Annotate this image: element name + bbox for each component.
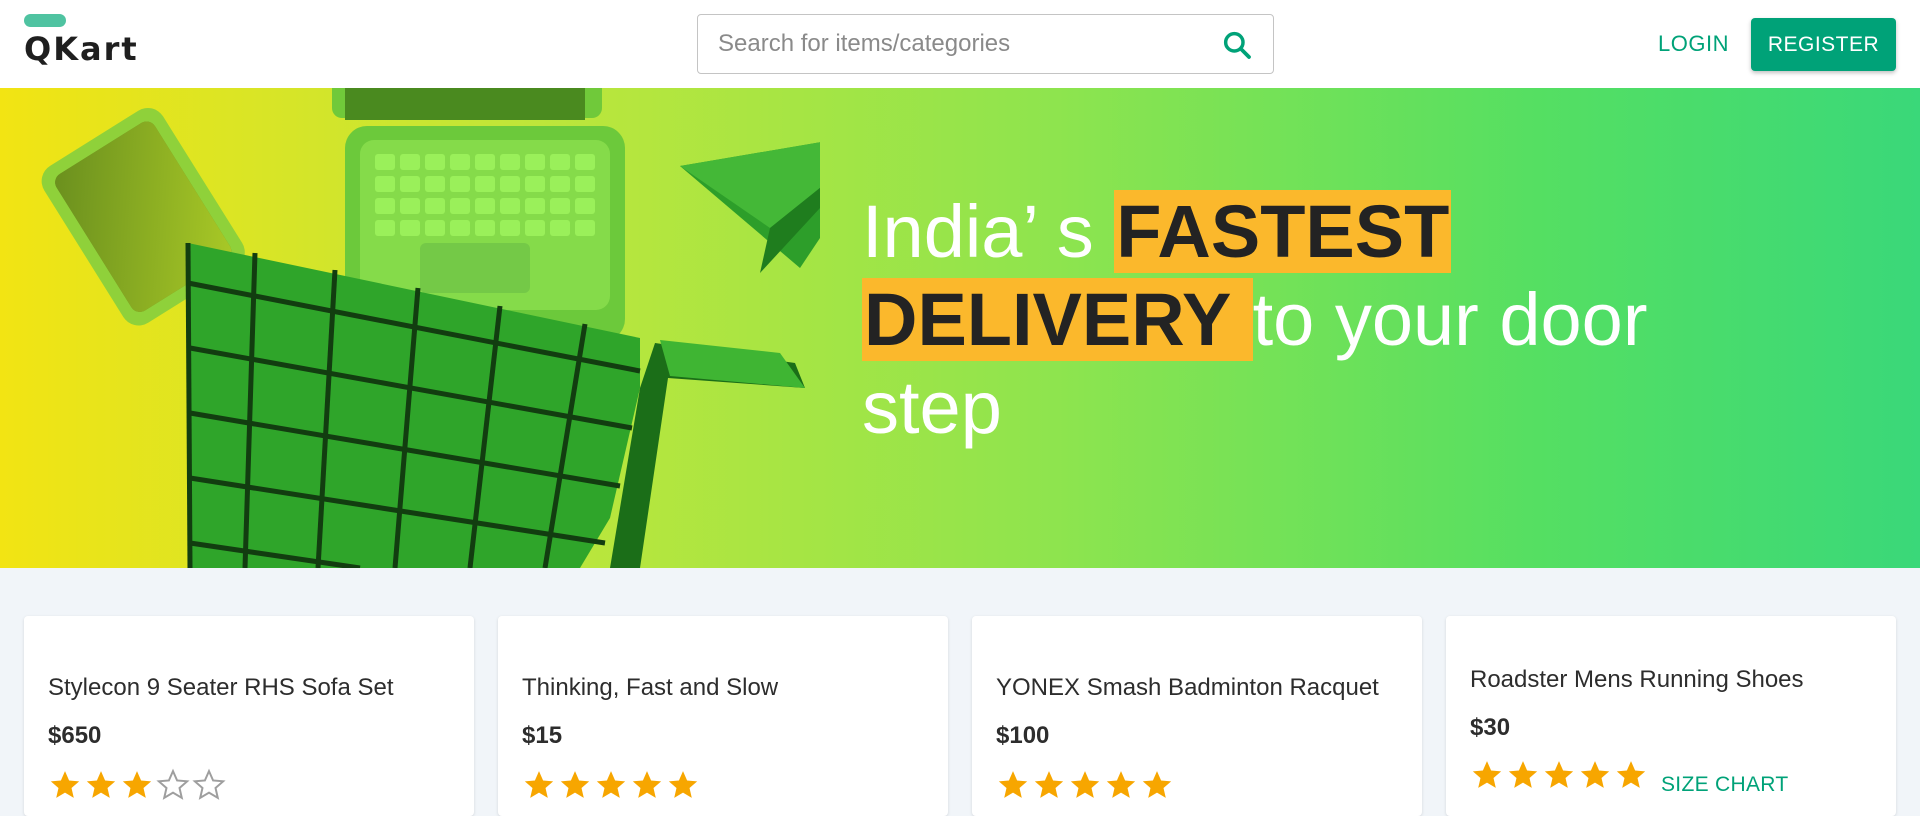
product-card[interactable]: Roadster Mens Running Shoes $30 SIZE CHA… [1446, 616, 1896, 816]
star-icon [1580, 761, 1610, 788]
product-rating [522, 768, 700, 804]
star-icon [86, 771, 116, 798]
product-card[interactable]: YONEX Smash Badminton Racquet $100 [972, 616, 1422, 816]
star-icon [1616, 761, 1646, 788]
star-icon [1472, 761, 1502, 788]
delivery-illustration [41, 88, 820, 568]
hero-highlight-fastest: FASTEST [1114, 190, 1452, 273]
register-button[interactable]: REGISTER [1751, 18, 1896, 71]
hero-text-plain: India’ s [862, 190, 1115, 273]
product-price: $15 [522, 722, 563, 749]
product-price: $650 [48, 722, 102, 749]
product-rating [1470, 758, 1648, 794]
hero-banner: India’ s FASTEST DELIVERY to your door s… [0, 88, 1920, 568]
search-icon[interactable] [1221, 29, 1253, 61]
search-box [697, 14, 1274, 74]
star-icon [668, 771, 698, 798]
product-grid: Stylecon 9 Seater RHS Sofa Set $650 Thin… [0, 568, 1920, 816]
star-icon [1070, 771, 1100, 798]
product-rating [996, 768, 1174, 804]
star-icon [524, 771, 554, 798]
star-icon [122, 771, 152, 798]
login-button[interactable]: LOGIN [1640, 26, 1747, 62]
star-icon [596, 771, 626, 798]
star-icon [632, 771, 662, 798]
product-name: YONEX Smash Badminton Racquet [996, 674, 1379, 701]
product-price: $30 [1470, 714, 1511, 741]
product-price: $100 [996, 722, 1050, 749]
product-name: Thinking, Fast and Slow [522, 674, 779, 701]
star-icon [50, 771, 80, 798]
product-name: Roadster Mens Running Shoes [1470, 666, 1804, 693]
hero-highlight-delivery: DELIVERY [862, 278, 1253, 361]
star-icon [1508, 761, 1538, 788]
star-icon [1544, 761, 1574, 788]
search-input[interactable] [698, 15, 1198, 73]
star-outline-icon [156, 768, 190, 800]
hero-text-plain: step [862, 366, 1002, 449]
product-card[interactable]: Thinking, Fast and Slow $15 [498, 616, 948, 816]
star-icon [560, 771, 590, 798]
qkart-logo[interactable]: QKart [24, 14, 144, 74]
star-icon [1106, 771, 1136, 798]
product-rating [48, 768, 226, 804]
product-name: Stylecon 9 Seater RHS Sofa Set [48, 674, 394, 701]
star-icon [998, 771, 1028, 798]
star-icon [1142, 771, 1172, 798]
hero-headline: India’ s FASTEST DELIVERY to your door s… [862, 188, 1762, 452]
star-outline-icon [192, 768, 226, 800]
app-header: QKart LOGIN REGISTER [0, 0, 1920, 88]
product-card[interactable]: Stylecon 9 Seater RHS Sofa Set $650 [24, 616, 474, 816]
size-chart-link[interactable]: SIZE CHART [1661, 773, 1788, 797]
hero-text-plain: to your door [1252, 278, 1648, 361]
logo-mark [24, 14, 66, 27]
logo-text: QKart [24, 30, 139, 68]
star-icon [1034, 771, 1064, 798]
